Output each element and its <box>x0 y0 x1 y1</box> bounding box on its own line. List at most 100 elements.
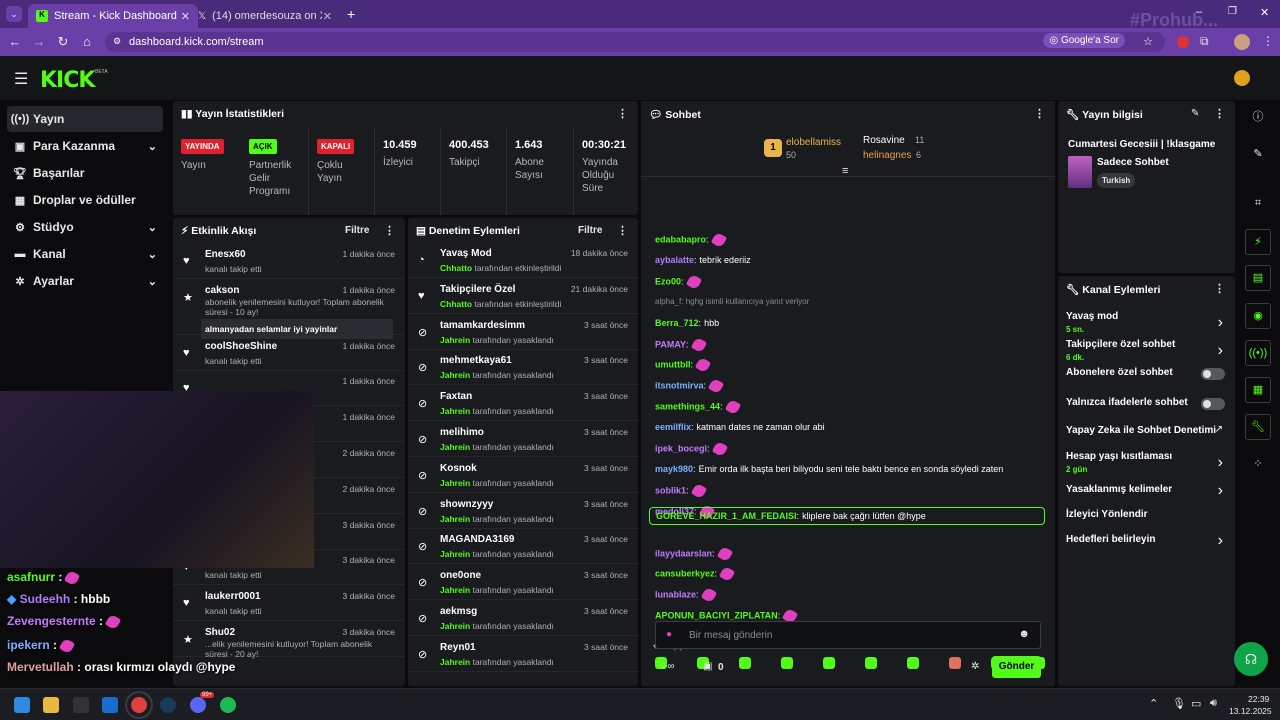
filter-button[interactable]: Filtre <box>345 225 369 236</box>
moderator-name[interactable]: Chhatto <box>440 263 472 273</box>
chat-message[interactable]: itsnotmirva: <box>655 378 725 395</box>
more-menu-icon[interactable]: ⋮ <box>617 224 628 237</box>
moderator-name[interactable]: Jahrein <box>440 549 470 559</box>
chat-username[interactable]: aybalatte <box>655 255 694 265</box>
broadcast-icon[interactable]: ((•)) <box>1245 340 1271 366</box>
moderator-name[interactable]: Jahrein <box>440 478 470 488</box>
hamburger-menu-icon[interactable]: ☰ <box>14 69 28 89</box>
moderation-item[interactable]: ⊘ MAGANDA3169 Jahrein tarafından yasakland… <box>408 528 638 565</box>
kick-logo[interactable]: KICK <box>40 68 95 93</box>
reload-icon[interactable]: ↻ <box>52 34 74 50</box>
chat-username[interactable]: soblik1 <box>655 485 686 495</box>
profile-avatar[interactable] <box>1234 34 1250 50</box>
category-name[interactable]: Sadece Sohbet <box>1097 157 1169 168</box>
pencil-icon[interactable]: ✎ <box>1245 142 1271 168</box>
moderation-item[interactable]: ⊘ Faxtan Jahrein tarafından yasaklandı 3 sa… <box>408 385 638 422</box>
sidebar-item-yayin[interactable]: ((•)) Yayın <box>7 106 163 132</box>
moderator-name[interactable]: Jahrein <box>440 585 470 595</box>
sidebar-item-kanal[interactable]: ▬ Kanal ⌄ <box>7 241 163 267</box>
back-icon[interactable]: ← <box>4 34 26 49</box>
google-ask-button[interactable]: ◎ Google'a Sor <box>1043 33 1125 48</box>
moderation-item[interactable]: ⊘ Kosnok Jahrein tarafından yasaklandı 3 sa… <box>408 457 638 493</box>
chat-username[interactable]: eemilflix <box>655 422 691 432</box>
chat-message[interactable]: edababapro: <box>655 231 727 249</box>
steam-icon[interactable] <box>160 697 176 713</box>
clock-time[interactable]: 22:39 <box>1248 694 1269 704</box>
moderation-item[interactable]: ♥ Takipçilere Özel Chhatto tarafından etki… <box>408 278 638 314</box>
chat-username[interactable]: alpha_f: hghg isimli kullanıcıya yanıt v… <box>655 297 809 306</box>
more-menu-icon[interactable]: ⋮ <box>617 107 628 120</box>
more-menu-icon[interactable]: ⋮ <box>384 224 395 237</box>
more-menu-icon[interactable]: ⋮ <box>1034 107 1045 120</box>
chevron-right-icon[interactable]: › <box>1218 532 1223 550</box>
chat-username[interactable]: itsnotmirva <box>655 381 704 391</box>
tab-list-icon[interactable]: ⌄ <box>6 6 22 22</box>
moderator-name[interactable]: Jahrein <box>440 406 470 416</box>
chevron-right-icon[interactable]: › <box>1218 342 1223 360</box>
moderation-item[interactable]: ⊘ aekmsg Jahrein tarafından yasaklandı 3 sa… <box>408 600 638 636</box>
moderator-name[interactable]: Jahrein <box>440 657 470 667</box>
moderation-item[interactable]: ⊘ shownzyyy Jahrein tarafından yasaklandı 3… <box>408 493 638 529</box>
edit-icon[interactable]: ✎ <box>1191 108 1199 119</box>
info-icon[interactable]: ⓘ <box>1245 105 1271 131</box>
moderation-item[interactable]: ⊘ tamamkardesimm Jahrein tarafından yasakl… <box>408 314 638 350</box>
channel-action-item[interactable]: Yavaş mod 5 sn. <box>1066 311 1226 334</box>
minimize-button[interactable]: – <box>1196 6 1202 18</box>
emoji-icon[interactable]: ☻ <box>1018 628 1030 640</box>
chat-message[interactable]: umuttbll: <box>655 357 712 374</box>
chat-username[interactable]: edababapro <box>655 234 706 244</box>
activity-item[interactable]: ♥ Enesx60 kanalı takip etti 1 dakika önce <box>173 243 405 279</box>
chat-username[interactable]: samethings_44 <box>655 402 720 412</box>
moderator-name[interactable]: Jahrein <box>440 370 470 380</box>
moderator-name[interactable]: Jahrein <box>440 621 470 631</box>
chat-message[interactable]: PAMAY: <box>655 336 707 353</box>
chat-message[interactable]: Berra_712: hbb <box>655 318 719 328</box>
mic-icon[interactable]: ● <box>666 629 672 640</box>
tab-kick-dashboard[interactable]: K Stream - Kick Dashboard ✕ <box>28 4 198 28</box>
window-close-button[interactable]: ✕ <box>1260 6 1269 19</box>
chat-message[interactable]: ipek_bocegi: <box>655 440 728 458</box>
chevron-right-icon[interactable]: › <box>1218 454 1223 472</box>
volume-icon[interactable]: 🔊︎ <box>1210 697 1217 710</box>
chat-username[interactable]: lunablaze <box>655 590 696 600</box>
site-info-icon[interactable]: ⚙ <box>113 36 121 47</box>
moderator-name[interactable]: Jahrein <box>440 335 470 345</box>
moderator-name[interactable]: Chhatto <box>440 299 472 309</box>
close-icon[interactable]: ✕ <box>323 10 332 23</box>
send-button[interactable]: Gönder <box>992 656 1041 678</box>
home-icon[interactable]: ⌂ <box>76 34 98 49</box>
close-icon[interactable]: ✕ <box>181 10 190 23</box>
tray-chevron-icon[interactable]: ⌃ <box>1149 697 1158 710</box>
file-explorer-icon[interactable] <box>43 697 59 713</box>
chat-username[interactable]: Berra_712 <box>655 318 699 328</box>
moderation-item[interactable]: ◔ Yavaş Mod Chhatto tarafından etkinleştir… <box>408 242 638 278</box>
chat-username[interactable]: mayk980 <box>655 464 693 474</box>
chrome-icon[interactable] <box>125 691 153 719</box>
more-menu-icon[interactable]: ⋮ <box>1214 282 1225 295</box>
pin-menu-icon[interactable]: ≡ <box>842 165 848 177</box>
layout-icon[interactable]: ▦ <box>1245 377 1271 403</box>
gift-icon[interactable]: ▣ <box>703 661 712 672</box>
discord-icon[interactable] <box>190 697 206 713</box>
moderator-name[interactable]: Jahrein <box>440 442 470 452</box>
moderation-item[interactable]: ⊘ mehmetkaya61 Jahrein tarafından yasaklan… <box>408 349 638 386</box>
chat-input[interactable]: ● Bir mesaj gönderin ☻ <box>655 621 1041 649</box>
terminal-icon[interactable] <box>73 697 89 713</box>
puzzle-icon[interactable]: ⧉ <box>1200 34 1209 49</box>
bolt-icon[interactable]: ⚡︎ <box>1245 229 1271 255</box>
chat-message[interactable]: mayk980: Emir orda ilk başta beri biliyod… <box>655 464 1003 474</box>
channel-action-item[interactable]: İzleyici Yönlendir <box>1066 509 1226 520</box>
windows-start-icon[interactable] <box>14 697 30 713</box>
settings-icon[interactable]: ✲ <box>971 661 979 672</box>
new-tab-button[interactable]: + <box>347 6 355 22</box>
chat-message[interactable]: samethings_44: <box>655 398 741 416</box>
channel-action-item[interactable]: Yapay Zeka ile Sohbet Denetimi <box>1066 425 1226 436</box>
crop-icon[interactable]: ⌗ <box>1245 191 1271 217</box>
extension-icon[interactable] <box>1177 36 1189 48</box>
chat-message[interactable]: eemilflix: katman dates ne zaman olur abi <box>655 422 825 432</box>
chat-message[interactable]: lunablaze: <box>655 587 717 604</box>
chat-username[interactable]: APONUN_BACIYI_ZIPLATAN <box>655 611 778 621</box>
mic-tray-icon[interactable]: 🎙︎ <box>1172 697 1186 710</box>
tab-x[interactable]: 𝕏 (14) omerdesouza on X: "Okey... ✕ <box>190 4 340 28</box>
support-button[interactable]: ☊ <box>1234 642 1268 676</box>
